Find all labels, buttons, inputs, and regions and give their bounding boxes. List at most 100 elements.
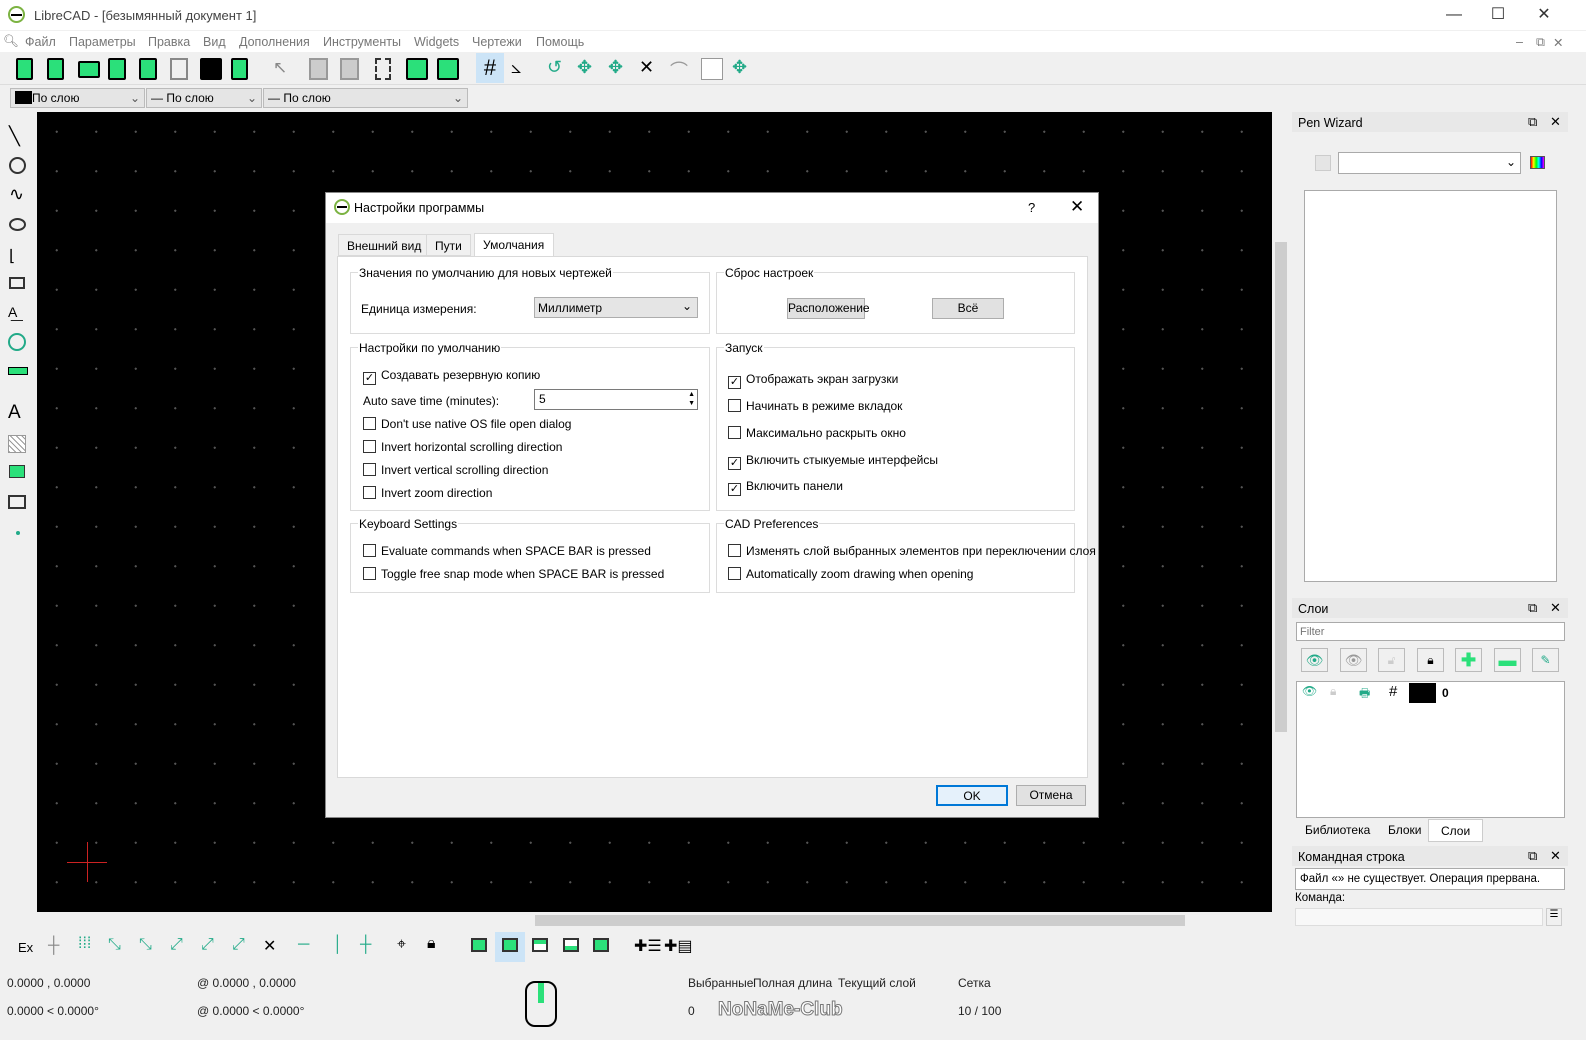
layer-visible-icon[interactable]: 👁︎ — [1302, 684, 1317, 698]
color-palette-icon[interactable] — [1530, 156, 1545, 169]
redraw-icon[interactable]: ↺ — [547, 57, 569, 79]
tab-library[interactable]: Библиотека — [1305, 823, 1370, 837]
order-icon[interactable] — [406, 58, 428, 80]
ellipse-tool-icon[interactable] — [9, 218, 26, 231]
point-tool-icon[interactable] — [16, 531, 20, 535]
draft-mode-icon[interactable]: ⦣ — [511, 57, 533, 79]
restrict-horizontal-icon[interactable]: ─ — [298, 936, 309, 954]
tab-blocks[interactable]: Блоки — [1388, 823, 1422, 837]
float-button[interactable]: ⧉ — [1528, 114, 1537, 130]
menu-file[interactable]: Файл — [25, 35, 56, 49]
toolbars-checkbox[interactable]: ✓ Включить панели — [728, 479, 843, 496]
close-button[interactable]: ✕ — [1524, 4, 1564, 26]
maximize-button[interactable]: ☐ — [1478, 4, 1518, 26]
invert-vertical-scroll-checkbox[interactable]: Invert vertical scrolling direction — [363, 463, 548, 477]
pen-wizard-list[interactable] — [1304, 190, 1557, 582]
copy-icon[interactable] — [340, 58, 359, 80]
new-file-icon[interactable] — [16, 58, 33, 80]
save-all-icon[interactable] — [170, 58, 188, 80]
layer-print-icon[interactable]: 🖶 — [1359, 684, 1370, 705]
pen-linetype-select[interactable]: — По слою ⌄ — [263, 88, 468, 108]
zoom-previous-icon[interactable]: ⌒ — [670, 57, 692, 81]
cancel-button[interactable]: Отмена — [1016, 785, 1086, 806]
view-mode-5-icon[interactable] — [593, 938, 609, 952]
hide-all-layers-icon[interactable]: 👁︎ — [1340, 648, 1367, 672]
save-as-icon[interactable] — [139, 58, 157, 80]
layer-construction-icon[interactable]: # — [1389, 683, 1397, 700]
pen-wizard-combo[interactable]: ⌄ — [1338, 152, 1521, 174]
curve-tool-icon[interactable]: ∿ — [9, 184, 24, 205]
ok-button[interactable]: OK — [936, 785, 1008, 806]
lock-relative-zero-icon[interactable]: 🔒︎ — [427, 935, 436, 953]
invert-horizontal-scroll-checkbox[interactable]: Invert horizontal scrolling direction — [363, 440, 562, 454]
text-tool-icon[interactable]: A — [8, 402, 21, 424]
print-preview-icon[interactable] — [231, 58, 248, 80]
snap-endpoint-icon[interactable]: ⤡ — [108, 936, 121, 954]
save-icon[interactable] — [108, 58, 126, 80]
restrict-vertical-icon[interactable]: │ — [333, 936, 343, 954]
reset-all-button[interactable]: Всё — [932, 298, 1004, 319]
tab-appearance[interactable]: Внешний вид — [338, 234, 431, 256]
change-layer-checkbox[interactable]: Изменять слой выбранных элементов при пе… — [728, 544, 1096, 558]
mdi-minimize-button[interactable]: – — [1516, 35, 1523, 49]
menu-settings[interactable]: Параметры — [69, 35, 136, 49]
tab-defaults[interactable]: Умолчания — [474, 233, 554, 257]
layer-row[interactable]: 👁︎ 🔒︎ 🖶 # 0 — [1297, 682, 1564, 704]
dialog-close-button[interactable]: ✕ — [1070, 197, 1084, 217]
snap-middle-icon[interactable]: ⤢ — [201, 936, 214, 954]
menu-tools[interactable]: Инструменты — [323, 35, 401, 49]
modify-tool-icon[interactable] — [8, 333, 26, 351]
restrict-orthogonal-icon[interactable]: ┼ — [360, 936, 371, 954]
dock-widgets-checkbox[interactable]: ✓ Включить стыкуемые интерфейсы — [728, 453, 938, 470]
horizontal-scrollbar[interactable] — [37, 912, 1272, 929]
grid-toggle-icon[interactable]: # — [476, 53, 504, 83]
block-tool-icon[interactable] — [8, 495, 26, 509]
tab-layers[interactable]: Слои — [1428, 819, 1484, 842]
mdi-restore-button[interactable]: ⧉ — [1536, 35, 1545, 50]
polyline-tool-icon[interactable]: ⌊ — [9, 246, 15, 266]
edit-layer-icon[interactable]: ✎ — [1532, 648, 1559, 672]
pen-width-select[interactable]: — По слою ⌄ — [146, 88, 262, 108]
backup-checkbox[interactable]: ✓ Создавать резервную копию — [363, 368, 540, 385]
command-menu-button[interactable]: ☰ — [1546, 908, 1562, 926]
splash-checkbox[interactable]: ✓ Отображать экран загрузки — [728, 372, 898, 389]
layer-filter-input[interactable] — [1296, 622, 1565, 641]
native-dialog-checkbox[interactable]: Don't use native OS file open dialog — [363, 417, 571, 431]
new-template-icon[interactable] — [47, 58, 64, 80]
minimize-button[interactable]: — — [1434, 4, 1474, 26]
layer-color-swatch[interactable] — [1409, 683, 1436, 703]
reset-layout-button[interactable]: Расположение — [787, 298, 870, 319]
relative-zero-icon[interactable]: ⌖ — [397, 936, 406, 954]
select-tool-icon[interactable] — [9, 277, 25, 289]
zoom-pan-icon[interactable]: ✥ — [732, 57, 754, 79]
image-tool-icon[interactable] — [9, 465, 25, 478]
layer-lock-icon[interactable]: 🔒︎ — [1330, 684, 1336, 699]
help-button[interactable]: ? — [1028, 200, 1035, 215]
space-snap-checkbox[interactable]: Toggle free snap mode when SPACE BAR is … — [363, 567, 664, 581]
float-button[interactable]: ⧉ — [1528, 848, 1537, 864]
view-mode-2-icon[interactable] — [495, 932, 525, 962]
menu-view[interactable]: Вид — [203, 35, 226, 49]
layer-name[interactable]: 0 — [1442, 686, 1449, 700]
add-layer-info-icon[interactable]: ✚▤ — [664, 936, 693, 956]
cut-icon[interactable] — [309, 58, 328, 80]
command-input[interactable] — [1295, 908, 1543, 926]
autosave-spinbox[interactable]: 5 ▲ ▼ — [534, 389, 698, 410]
add-block-icon[interactable] — [437, 58, 459, 80]
remove-layer-icon[interactable]: ▬ — [1494, 648, 1521, 672]
tab-paths[interactable]: Пути — [426, 234, 471, 256]
auto-zoom-checkbox[interactable]: Automatically zoom drawing when opening — [728, 567, 973, 581]
menu-drawings[interactable]: Чертежи — [472, 35, 522, 49]
zoom-window-icon[interactable] — [701, 58, 723, 80]
snap-on-entity-icon[interactable]: ⤡ — [139, 936, 152, 954]
unit-select[interactable]: Миллиметр ⌄ — [534, 297, 698, 318]
select-pointer-icon[interactable]: ↖ — [273, 58, 295, 80]
maximize-checkbox[interactable]: Максимально раскрыть окно — [728, 426, 906, 440]
zoom-out-icon[interactable]: ✥ — [608, 57, 630, 79]
zoom-auto-icon[interactable]: ✕ — [639, 57, 661, 79]
unlock-all-layers-icon[interactable]: 🔓︎ — [1378, 648, 1405, 672]
menu-widgets[interactable]: Widgets — [414, 35, 459, 49]
open-folder-icon[interactable] — [78, 61, 100, 78]
measure-tool-icon[interactable] — [8, 367, 28, 375]
pen-wizard-small-button[interactable] — [1315, 155, 1331, 171]
